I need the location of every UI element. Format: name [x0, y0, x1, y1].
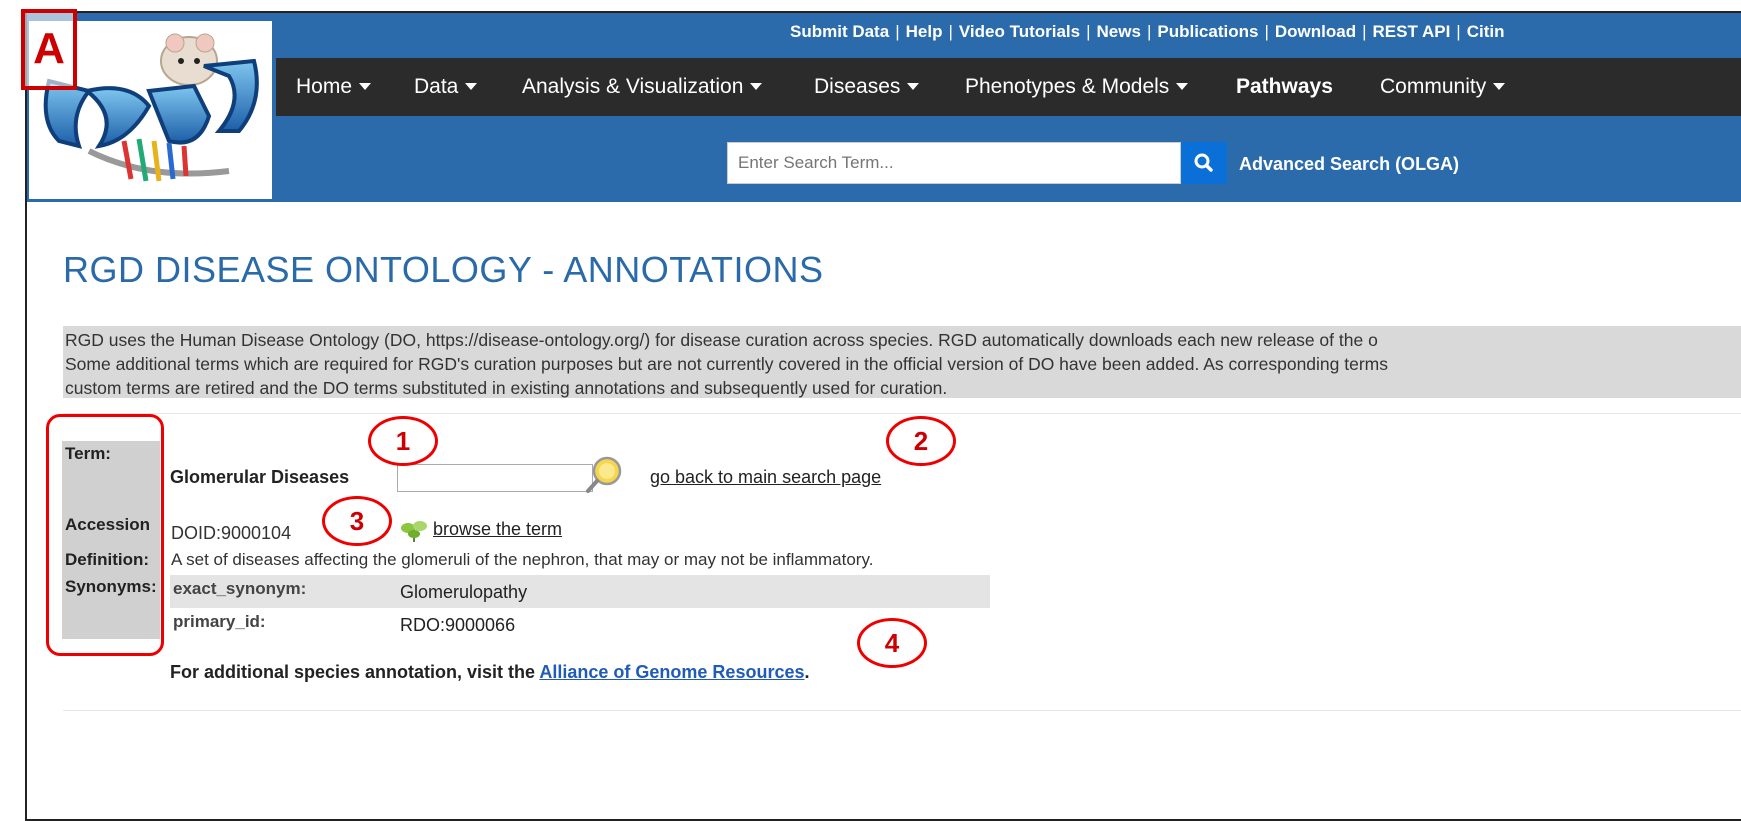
advanced-search-link[interactable]: Advanced Search (OLGA) — [1239, 154, 1459, 175]
main-navbar: Home Data Analysis & Visualization Disea… — [276, 58, 1741, 116]
ontology-description: RGD uses the Human Disease Ontology (DO,… — [63, 326, 1741, 398]
nav-pathways-label: Pathways — [1236, 75, 1333, 98]
nav-diseases-label: Diseases — [814, 75, 901, 98]
site-header: Submit Data | Help | Video Tutorials | News | Pu… — [27, 13, 1741, 202]
back-to-search-link[interactable]: go back to main search page — [650, 467, 881, 488]
callout-4: 4 — [857, 618, 927, 668]
labels-highlight-outline — [46, 414, 164, 656]
synonym-row: exact_synonym: Glomerulopathy — [170, 575, 990, 608]
nav-analysis-label: Analysis & Visualization — [522, 75, 744, 98]
description-line: custom terms are retired and the DO term… — [65, 378, 948, 398]
magnifier-icon[interactable] — [585, 454, 627, 496]
nav-home[interactable]: Home — [296, 58, 372, 116]
alliance-link[interactable]: Alliance of Genome Resources — [539, 662, 804, 682]
additional-annotation-note: For additional species annotation, visit… — [170, 662, 810, 683]
caret-down-icon — [465, 83, 478, 90]
synonym-key: primary_id: — [173, 612, 266, 631]
nav-data[interactable]: Data — [414, 58, 478, 116]
link-publications[interactable]: Publications — [1157, 22, 1258, 41]
note-suffix: . — [804, 662, 810, 682]
link-rest-api[interactable]: REST API — [1373, 22, 1451, 41]
synonym-value: RDO:9000066 — [400, 615, 516, 635]
nav-community-label: Community — [1380, 75, 1487, 98]
link-news[interactable]: News — [1097, 22, 1141, 41]
caret-down-icon — [1493, 83, 1506, 90]
nav-pathways[interactable]: Pathways — [1236, 58, 1333, 116]
description-line: RGD uses the Human Disease Ontology (DO,… — [65, 330, 1378, 350]
caret-down-icon — [750, 83, 763, 90]
description-line: Some additional terms which are required… — [65, 354, 1389, 374]
caret-down-icon — [1176, 83, 1189, 90]
search-input[interactable] — [727, 142, 1181, 184]
tree-icon[interactable] — [399, 516, 429, 544]
nav-phenotypes-models[interactable]: Phenotypes & Models — [965, 58, 1189, 116]
caret-down-icon — [907, 83, 920, 90]
nav-analysis-visualization[interactable]: Analysis & Visualization — [522, 58, 763, 116]
link-help[interactable]: Help — [906, 22, 943, 41]
utility-links: Submit Data | Help | Video Tutorials | News | Pu… — [790, 22, 1505, 41]
term-name: Glomerular Diseases — [170, 467, 350, 487]
nav-phenotypes-label: Phenotypes & Models — [965, 75, 1170, 98]
note-prefix: For additional species annotation, visit… — [170, 662, 540, 682]
term-search-field[interactable] — [397, 464, 593, 492]
link-download[interactable]: Download — [1275, 22, 1356, 41]
definition-value: A set of diseases affecting the glomerul… — [171, 550, 874, 569]
nav-community[interactable]: Community — [1380, 58, 1506, 116]
link-citing[interactable]: Citin — [1467, 22, 1505, 41]
nav-data-label: Data — [414, 75, 459, 98]
divider — [63, 413, 1741, 414]
caret-down-icon — [359, 83, 372, 90]
search-button[interactable] — [1181, 142, 1227, 184]
synonym-key: exact_synonym: — [173, 579, 307, 598]
panel-label-a: A — [21, 9, 77, 90]
synonym-value: Glomerulopathy — [400, 582, 528, 602]
nav-home-label: Home — [296, 75, 353, 98]
browser-frame: Submit Data | Help | Video Tutorials | News | Pu… — [25, 11, 1741, 821]
page-title: RGD DISEASE ONTOLOGY - ANNOTATIONS — [63, 249, 824, 290]
search-icon — [1194, 153, 1213, 172]
callout-2: 2 — [886, 416, 956, 466]
callout-1: 1 — [368, 416, 438, 466]
nav-diseases[interactable]: Diseases — [814, 58, 920, 116]
link-submit-data[interactable]: Submit Data — [790, 22, 889, 41]
accession-value: DOID:9000104 — [171, 523, 292, 543]
callout-3: 3 — [322, 496, 392, 546]
link-video-tutorials[interactable]: Video Tutorials — [959, 22, 1080, 41]
browse-term-link[interactable]: browse the term — [433, 519, 562, 540]
divider — [63, 710, 1741, 711]
